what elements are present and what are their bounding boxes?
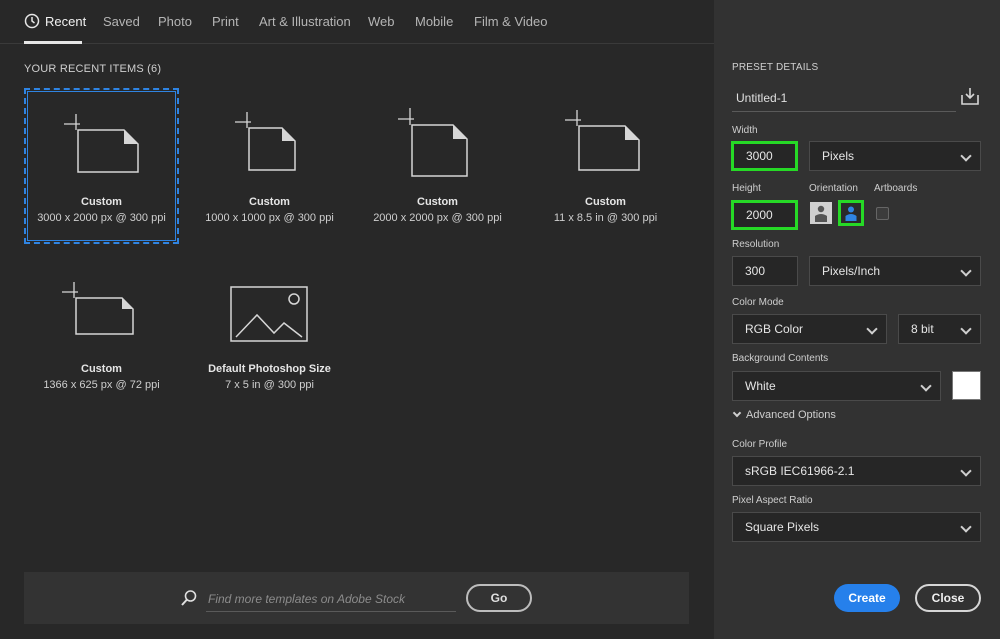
recent-item-desc: 2000 x 2000 px @ 300 ppi <box>373 212 502 224</box>
go-button[interactable]: Go <box>466 584 532 612</box>
recent-item-name: Custom <box>81 363 122 375</box>
width-label: Width <box>732 125 758 136</box>
tab-recent[interactable]: Recent <box>45 14 86 29</box>
save-preset-icon[interactable] <box>960 86 980 106</box>
recent-item-name: Custom <box>81 196 122 208</box>
recent-item-desc: 11 x 8.5 in @ 300 ppi <box>553 212 658 224</box>
background-contents-label: Background Contents <box>732 353 829 364</box>
create-button[interactable]: Create <box>834 584 900 612</box>
color-mode-label: Color Mode <box>732 297 784 308</box>
resolution-label: Resolution <box>732 239 780 250</box>
pixel-aspect-ratio-label: Pixel Aspect Ratio <box>732 495 813 506</box>
chevron-down-icon <box>732 408 742 418</box>
recent-item-name: Custom <box>585 196 626 208</box>
orientation-label: Orientation <box>809 183 858 194</box>
recent-item-desc: 3000 x 2000 px @ 300 ppi <box>37 212 166 224</box>
tab-web[interactable]: Web <box>368 14 395 29</box>
clock-icon <box>24 13 40 29</box>
resolution-unit-select[interactable]: Pixels/Inch <box>809 256 981 286</box>
tab-film-video[interactable]: Film & Video <box>474 14 547 29</box>
recent-item-5[interactable]: Custom 1366 x 625 px @ 72 ppi <box>24 256 179 412</box>
advanced-options-label: Advanced Options <box>746 409 836 421</box>
preset-details-title: PRESET DETAILS <box>732 62 819 73</box>
recent-item-desc: 1366 x 625 px @ 72 ppi <box>43 379 160 391</box>
color-mode-select[interactable]: RGB Color <box>732 314 887 344</box>
recent-item-3[interactable]: Custom 2000 x 2000 px @ 300 ppi <box>360 88 515 244</box>
tab-print[interactable]: Print <box>212 14 239 29</box>
recent-item-name: Default Photoshop Size <box>208 363 331 375</box>
recent-item-desc: 7 x 5 in @ 300 ppi <box>225 379 314 391</box>
tab-mobile[interactable]: Mobile <box>415 14 453 29</box>
landscape-orientation-icon[interactable] <box>838 200 864 226</box>
bit-depth-select[interactable]: 8 bit <box>898 314 981 344</box>
recent-item-desc: 1000 x 1000 px @ 300 ppi <box>205 212 334 224</box>
color-profile-label: Color Profile <box>732 439 788 450</box>
active-tab-indicator <box>24 41 82 44</box>
tab-saved[interactable]: Saved <box>103 14 140 29</box>
portrait-orientation-icon[interactable] <box>809 201 833 225</box>
close-button[interactable]: Close <box>915 584 981 612</box>
recent-item-4[interactable]: Custom 11 x 8.5 in @ 300 ppi <box>528 88 683 244</box>
document-name-field[interactable]: Untitled-1 <box>732 84 956 112</box>
height-label: Height <box>732 183 761 194</box>
width-input[interactable]: 3000 <box>731 141 798 171</box>
preset-tabs: Recent Saved Photo Print Art & Illustrat… <box>0 0 714 44</box>
height-input[interactable]: 2000 <box>731 200 798 230</box>
search-icon <box>181 590 197 606</box>
recent-item-name: Custom <box>249 196 290 208</box>
background-color-swatch[interactable] <box>952 371 981 400</box>
recent-item-2[interactable]: Custom 1000 x 1000 px @ 300 ppi <box>192 88 347 244</box>
recent-item-6[interactable]: Default Photoshop Size 7 x 5 in @ 300 pp… <box>192 256 347 412</box>
resolution-input[interactable]: 300 <box>732 256 798 286</box>
recent-items-title: YOUR RECENT ITEMS (6) <box>24 63 162 75</box>
artboards-checkbox[interactable] <box>876 207 889 220</box>
stock-search-input[interactable] <box>206 586 456 612</box>
recent-item-1[interactable]: Custom 3000 x 2000 px @ 300 ppi <box>24 88 179 244</box>
recent-item-name: Custom <box>417 196 458 208</box>
tab-art-illustration[interactable]: Art & Illustration <box>259 14 351 29</box>
unit-select[interactable]: Pixels <box>809 141 981 171</box>
artboards-label: Artboards <box>874 183 918 194</box>
pixel-aspect-ratio-select[interactable]: Square Pixels <box>732 512 981 542</box>
advanced-options-toggle[interactable]: Advanced Options <box>732 408 836 421</box>
color-profile-select[interactable]: sRGB IEC61966-2.1 <box>732 456 981 486</box>
background-contents-select[interactable]: White <box>732 371 941 401</box>
tab-photo[interactable]: Photo <box>158 14 192 29</box>
